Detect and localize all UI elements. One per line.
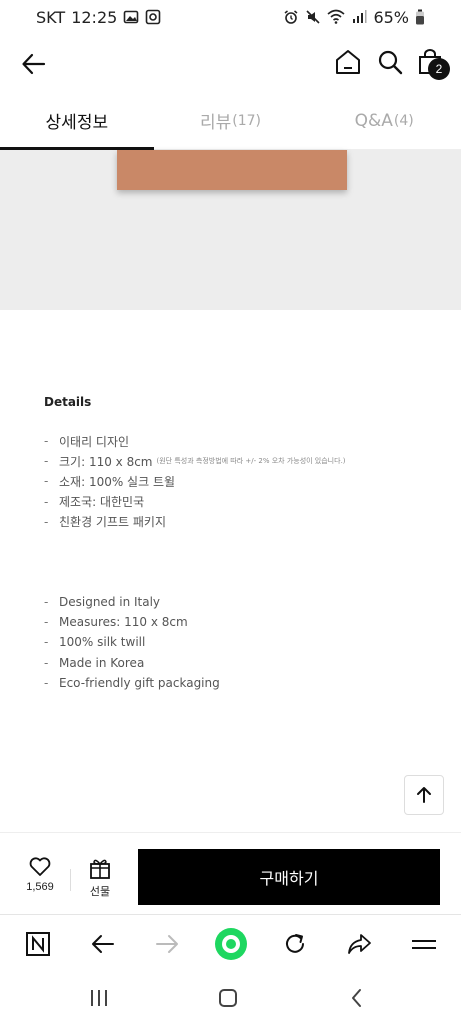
- list-item-text: Designed in Italy: [59, 595, 161, 610]
- status-bar: SKT 12:25 65%: [0, 0, 461, 34]
- system-back-button[interactable]: [342, 984, 372, 1012]
- tab-qna-label: Q&A: [354, 110, 393, 131]
- list-item-text: 소재: 100% 실크 트윌: [59, 474, 176, 489]
- back-arrow-icon[interactable]: [20, 50, 48, 78]
- gift-label: 선물: [89, 885, 111, 898]
- naver-logo-icon: [26, 932, 50, 956]
- bullet-dash: -: [44, 494, 49, 509]
- refresh-button[interactable]: [280, 929, 310, 959]
- buy-button[interactable]: 구매하기: [138, 849, 440, 905]
- list-item: - 소재: 100% 실크 트윌: [44, 471, 444, 491]
- forward-arrow-icon: [156, 935, 178, 953]
- list-item: - 이태리 디자인: [44, 431, 444, 451]
- browser-toolbar: [0, 914, 461, 972]
- green-dot-icon: [215, 928, 247, 960]
- scroll-to-top-button[interactable]: [404, 775, 444, 815]
- list-item: - Made in Korea: [44, 653, 444, 673]
- tab-qna[interactable]: Q&A (4): [307, 92, 461, 149]
- status-right: 65%: [283, 8, 425, 27]
- list-item-text: 100% silk twill: [59, 635, 146, 650]
- home-square-icon: [219, 989, 237, 1007]
- mute-icon: [306, 10, 321, 24]
- gift-icon: [90, 859, 110, 879]
- recent-apps-button[interactable]: [84, 984, 114, 1012]
- bullet-dash: -: [44, 675, 49, 690]
- status-left: SKT 12:25: [36, 8, 161, 27]
- cart-count-badge: 2: [428, 58, 450, 80]
- like-button[interactable]: 1,569: [20, 857, 60, 893]
- share-icon: [348, 934, 371, 954]
- browser-back-button[interactable]: [88, 929, 118, 959]
- tab-reviews-count: (17): [232, 112, 262, 129]
- search-icon[interactable]: [376, 48, 404, 76]
- share-button[interactable]: [344, 929, 374, 959]
- top-nav: [0, 34, 461, 92]
- clock: 12:25: [71, 7, 118, 27]
- gallery-notification-icon: [123, 10, 139, 24]
- menu-button[interactable]: [409, 929, 439, 959]
- bullet-dash: -: [44, 474, 49, 489]
- like-count: 1,569: [26, 881, 54, 893]
- list-item: - Eco-friendly gift packaging: [44, 673, 444, 693]
- tab-details-label: 상세정보: [45, 113, 109, 133]
- heart-icon: [29, 857, 51, 876]
- chevron-left-icon: [352, 989, 361, 1007]
- list-item-text: Made in Korea: [59, 655, 145, 670]
- details-section: Details - 이태리 디자인 - 크기: 110 x 8cm (원단 특성과 측…: [44, 395, 444, 693]
- list-item: - 제조국: 대한민국: [44, 492, 444, 512]
- product-image-area: [0, 150, 461, 310]
- browser-forward-button[interactable]: [152, 929, 182, 959]
- list-item-text: Eco-friendly gift packaging: [59, 675, 220, 690]
- battery-icon: [416, 9, 424, 25]
- list-item-text: 친환경 기프트 패키지: [59, 515, 166, 530]
- home-icon[interactable]: [334, 48, 362, 76]
- tab-details[interactable]: 상세정보: [0, 92, 154, 150]
- product-scarf-image: [117, 150, 347, 190]
- list-item: - Designed in Italy: [44, 592, 444, 612]
- battery-percent: 65%: [373, 7, 409, 27]
- details-list-korean: - 이태리 디자인 - 크기: 110 x 8cm (원단 특성과 측정방법에 따라 …: [44, 431, 444, 532]
- list-item-text: Measures: 110 x 8cm: [59, 615, 188, 630]
- back-arrow-icon: [92, 935, 114, 953]
- list-item-text: 제조국: 대한민국: [59, 495, 145, 510]
- arrow-up-icon: [417, 787, 431, 803]
- details-list-english: - Designed in Italy - Measures: 110 x 8cm …: [44, 592, 444, 693]
- green-dot-button[interactable]: [214, 927, 248, 961]
- list-item: - 크기: 110 x 8cm (원단 특성과 측정방법에 따라 +/- 2% 오차…: [44, 451, 444, 471]
- hamburger-menu-icon: [412, 940, 436, 949]
- refresh-icon: [286, 934, 304, 953]
- bullet-dash: -: [44, 514, 49, 529]
- carrier-label: SKT: [36, 7, 66, 27]
- tab-reviews-label: 리뷰: [199, 113, 232, 133]
- home-button[interactable]: [213, 984, 243, 1012]
- bullet-dash: -: [44, 454, 49, 469]
- bullet-dash: -: [44, 595, 49, 610]
- naver-home-button[interactable]: [23, 929, 53, 959]
- bullet-dash: -: [44, 635, 49, 650]
- app-notification-icon: [145, 9, 161, 25]
- purchase-bar: 1,569 선물 구매하기: [0, 832, 461, 914]
- signal-icon: [353, 10, 367, 23]
- system-navigation-bar: [0, 972, 461, 1024]
- bullet-dash: -: [44, 615, 49, 630]
- list-item: - Measures: 110 x 8cm: [44, 612, 444, 632]
- tab-qna-count: (4): [393, 112, 414, 129]
- tab-reviews[interactable]: 리뷰 (17): [154, 92, 308, 149]
- gift-button[interactable]: 선물: [82, 857, 118, 899]
- alarm-icon: [284, 10, 298, 24]
- list-item-text: 이태리 디자인: [59, 434, 130, 449]
- details-title: Details: [44, 395, 92, 409]
- bullet-dash: -: [44, 655, 49, 670]
- wifi-icon: [327, 9, 345, 24]
- bullet-dash: -: [44, 434, 49, 449]
- list-item: -100% silk twill: [44, 632, 444, 652]
- list-item-note: (원단 특성과 측정방법에 따라 +/- 2% 오차 가능성이 있습니다.): [156, 457, 346, 466]
- list-item: - 친환경 기프트 패키지: [44, 512, 444, 532]
- recent-apps-icon: [91, 990, 107, 1006]
- divider: [70, 869, 71, 891]
- list-item-text: 크기: 110 x 8cm: [59, 454, 153, 469]
- product-tabs: 상세정보 리뷰 (17) Q&A (4): [0, 92, 461, 150]
